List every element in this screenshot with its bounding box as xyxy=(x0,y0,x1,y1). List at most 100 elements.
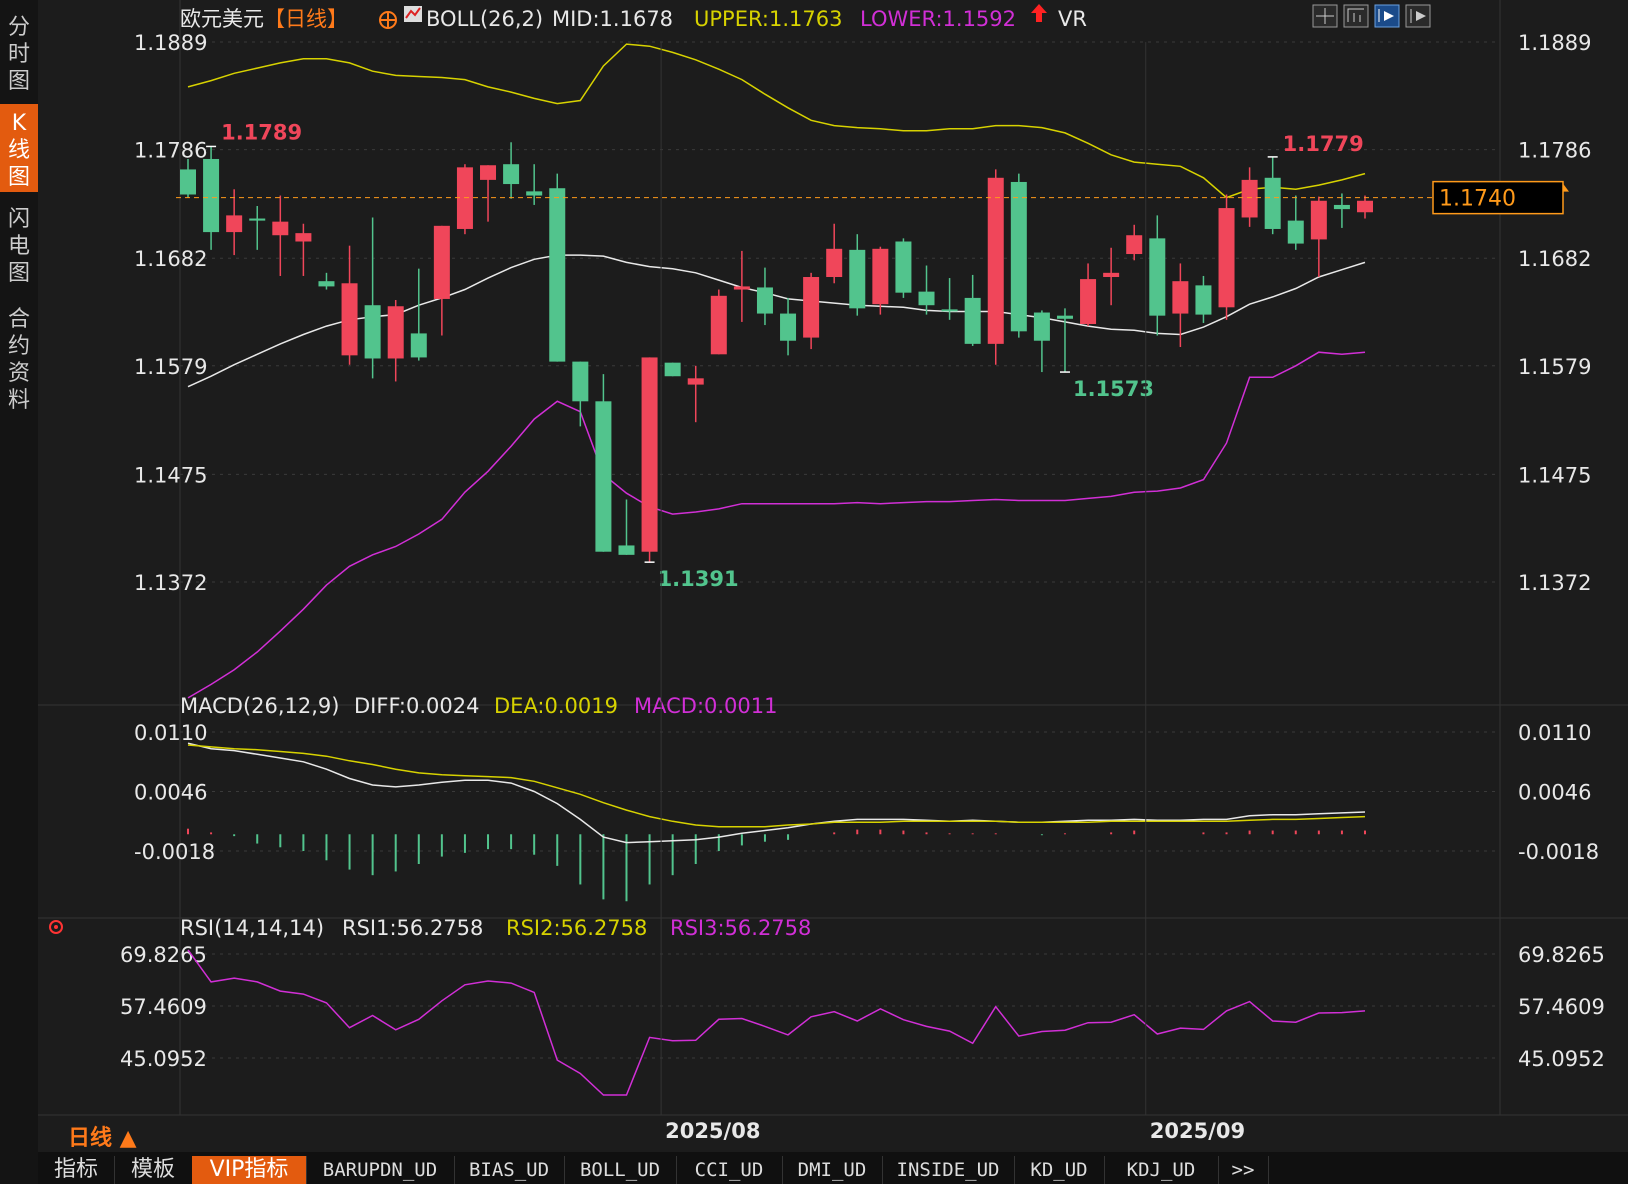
period-label[interactable]: 日线 ▲ xyxy=(68,1120,137,1152)
macd-tick-left: 0.0046 xyxy=(134,781,207,805)
candle-body xyxy=(641,357,658,552)
bottom-tab-insideud[interactable]: INSIDE_UD xyxy=(882,1156,1015,1184)
candle-body xyxy=(1333,204,1350,210)
candle[interactable] xyxy=(549,173,566,362)
bottom-tab-kdud[interactable]: KD_UD xyxy=(1014,1156,1105,1184)
bottom-tab-bollud[interactable]: BOLL_UD xyxy=(564,1156,677,1184)
candle[interactable] xyxy=(895,238,912,298)
candle-body xyxy=(733,286,750,290)
price-tick-left: 1.1475 xyxy=(134,463,207,487)
candle-body xyxy=(526,191,543,196)
candle-body xyxy=(826,248,843,278)
sidebar-tab-contract[interactable]: 合 约 资 料 xyxy=(0,300,38,413)
sidebar-tab-timeshare[interactable]: 分 时 图 xyxy=(0,8,38,96)
candle-body xyxy=(1033,312,1050,341)
price-tick-left: 1.1372 xyxy=(134,571,207,595)
candle[interactable] xyxy=(456,164,473,235)
settings-gear-icon[interactable] xyxy=(379,11,397,29)
candle-body xyxy=(272,221,289,236)
price-tick-right: 1.1786 xyxy=(1518,139,1591,163)
kline-chart[interactable]: 欧元美元 【日线】 BOLL(26,2) MID:1.1678 UPPER:1.… xyxy=(38,0,1628,1152)
candle-body xyxy=(295,233,312,242)
instrument-name: 欧元美元 xyxy=(180,7,264,31)
candle-body xyxy=(849,249,866,309)
candle-body xyxy=(203,158,220,233)
candle-body xyxy=(456,167,473,229)
bottom-tab-vip[interactable]: VIP指标 xyxy=(192,1156,307,1184)
candle-body xyxy=(687,378,704,385)
price-tick-left: 1.1889 xyxy=(134,31,207,55)
bottom-tab-dmiud[interactable]: DMI_UD xyxy=(782,1156,883,1184)
candle[interactable] xyxy=(987,169,1004,365)
candle-body xyxy=(1264,177,1281,229)
candle-body xyxy=(318,281,335,287)
chart-layout-icon[interactable] xyxy=(1343,4,1369,28)
macd-tick-right: 0.0046 xyxy=(1518,781,1591,805)
candle-body xyxy=(1195,285,1212,315)
candle-body xyxy=(964,297,981,344)
bottom-tab-[interactable]: 模板 xyxy=(114,1156,193,1184)
boll-mid-value: MID:1.1678 xyxy=(552,7,673,31)
bottom-tab-barupdnud[interactable]: BARUPDN_UD xyxy=(306,1156,455,1184)
boll-lower-value: LOWER:1.1592 xyxy=(860,7,1016,31)
grid-layout-icon[interactable] xyxy=(1312,4,1338,28)
candle-body xyxy=(180,169,196,195)
boll-upper-value: UPPER:1.1763 xyxy=(694,7,842,31)
sidebar-tab-flash[interactable]: 闪 电 图 xyxy=(0,200,38,288)
rsi3-value: RSI3:56.2758 xyxy=(670,916,811,940)
candle-body xyxy=(595,401,612,552)
bottom-tab-[interactable]: 指标 xyxy=(38,1156,115,1184)
last-price-value: 1.1740 xyxy=(1439,187,1516,212)
bottom-tab-biasud[interactable]: BIAS_UD xyxy=(454,1156,565,1184)
sidebar-tab-kline[interactable]: K 线 图 xyxy=(0,104,38,192)
x-axis-label: 2025/08 xyxy=(665,1119,760,1143)
rsi-tick-left: 69.8265 xyxy=(120,943,207,967)
macd-label: MACD(26,12,9) xyxy=(180,694,340,718)
rsi2-value: RSI2:56.2758 xyxy=(506,916,647,940)
bottom-tab->>[interactable]: >> xyxy=(1218,1156,1269,1184)
candle-body xyxy=(1080,279,1097,325)
fullscreen-icon[interactable] xyxy=(1405,4,1431,28)
price-tick-right: 1.1579 xyxy=(1518,355,1591,379)
candle-body xyxy=(341,283,358,356)
candle-body xyxy=(364,305,381,359)
candle[interactable] xyxy=(664,362,681,377)
period-bracket[interactable]: 【日线】 xyxy=(264,7,348,31)
macd-dea-value: DEA:0.0019 xyxy=(494,694,618,718)
rsi1-value: RSI1:56.2758 xyxy=(342,916,483,940)
candle-body xyxy=(410,333,427,358)
candle-body xyxy=(803,277,820,338)
candle-body xyxy=(941,309,958,312)
candle-body xyxy=(1126,235,1143,255)
candle[interactable] xyxy=(641,357,658,563)
candle-body xyxy=(1287,220,1304,244)
low-annotation-min: 1.1391 xyxy=(658,567,739,591)
bottom-tab-cciud[interactable]: CCI_UD xyxy=(676,1156,783,1184)
price-tick-right: 1.1889 xyxy=(1518,31,1591,55)
candle[interactable] xyxy=(1010,173,1027,338)
boll-label: BOLL(26,2) xyxy=(426,7,543,31)
active-layout-icon[interactable] xyxy=(1374,4,1400,28)
candle-body xyxy=(1103,272,1120,278)
bottom-tab-kdjud[interactable]: KDJ_UD xyxy=(1104,1156,1219,1184)
high-annotation-right: 1.1779 xyxy=(1283,132,1364,156)
indicator-chart-icon[interactable] xyxy=(404,6,422,22)
candle-body xyxy=(895,241,912,293)
macd-macd-value: MACD:0.0011 xyxy=(634,694,778,718)
candle-body xyxy=(572,361,589,402)
candle-body xyxy=(503,164,520,185)
candle-body xyxy=(249,218,266,221)
candle-body xyxy=(710,295,727,355)
candle-body xyxy=(1357,200,1373,213)
candle-body xyxy=(756,287,773,314)
rsi-label: RSI(14,14,14) xyxy=(180,916,324,940)
vr-label[interactable]: VR xyxy=(1058,7,1087,31)
candle[interactable] xyxy=(1218,194,1235,320)
candle-body xyxy=(1241,179,1258,218)
candle-body xyxy=(618,545,635,555)
macd-tick-right: -0.0018 xyxy=(1518,840,1599,864)
candle-body xyxy=(872,248,889,305)
candle[interactable] xyxy=(710,289,727,355)
price-tick-left: 1.1682 xyxy=(134,247,207,271)
macd-tick-right: 0.0110 xyxy=(1518,721,1591,745)
